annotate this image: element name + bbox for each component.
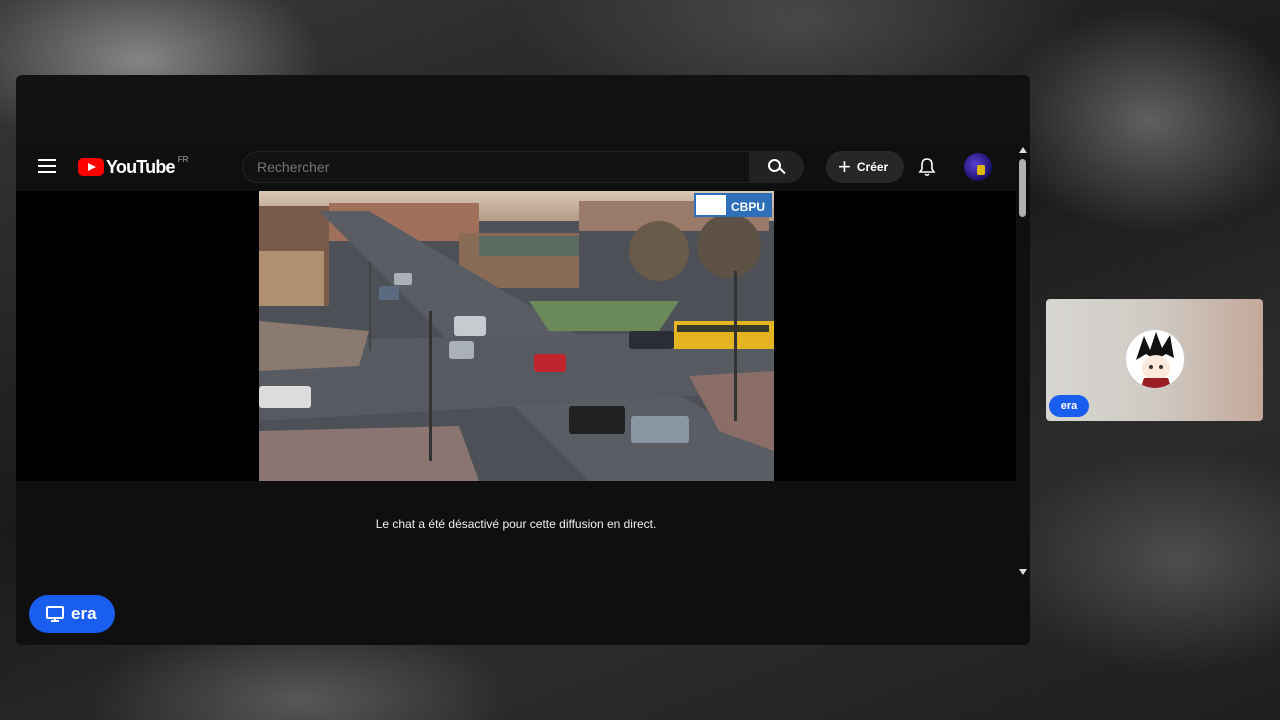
- presenter-badge[interactable]: era: [29, 595, 115, 633]
- video-player[interactable]: CBPU: [16, 191, 1016, 481]
- search-icon: [768, 159, 781, 172]
- scroll-up-arrow[interactable]: [1019, 147, 1027, 153]
- menu-icon[interactable]: [38, 159, 56, 173]
- participant-avatar: [1125, 329, 1185, 389]
- scroll-down-arrow[interactable]: [1019, 569, 1027, 575]
- create-button[interactable]: + Créer: [826, 151, 904, 183]
- presenter-name: era: [71, 604, 97, 623]
- screen-share-window: YouTube FR + Créer: [16, 75, 1030, 645]
- bell-icon[interactable]: [918, 157, 936, 177]
- participant-tile[interactable]: era: [1046, 299, 1263, 421]
- live-video-frame[interactable]: CBPU: [259, 191, 774, 481]
- video-watermark: CBPU: [731, 200, 765, 214]
- youtube-play-icon: [78, 158, 104, 176]
- logo-text: YouTube: [106, 156, 176, 177]
- scroll-thumb[interactable]: [1019, 159, 1026, 217]
- youtube-header: YouTube FR + Créer: [16, 143, 1016, 191]
- search-icon-handle: [779, 167, 786, 175]
- chat-disabled-notice: Le chat a été désactivé pour cette diffu…: [375, 517, 657, 531]
- create-label: Créer: [856, 160, 889, 174]
- search-input[interactable]: [242, 151, 750, 183]
- plus-icon: +: [838, 154, 851, 179]
- youtube-page: YouTube FR + Créer: [16, 143, 1030, 645]
- street-scene-image: CBPU: [259, 191, 774, 481]
- logo-region: FR: [177, 154, 189, 164]
- search-button[interactable]: [749, 151, 804, 183]
- participant-name-badge: era: [1049, 395, 1089, 417]
- page-scrollbar[interactable]: [1016, 143, 1030, 579]
- account-avatar[interactable]: [964, 153, 992, 181]
- youtube-logo[interactable]: YouTube FR: [78, 154, 189, 178]
- monitor-icon: [46, 606, 64, 622]
